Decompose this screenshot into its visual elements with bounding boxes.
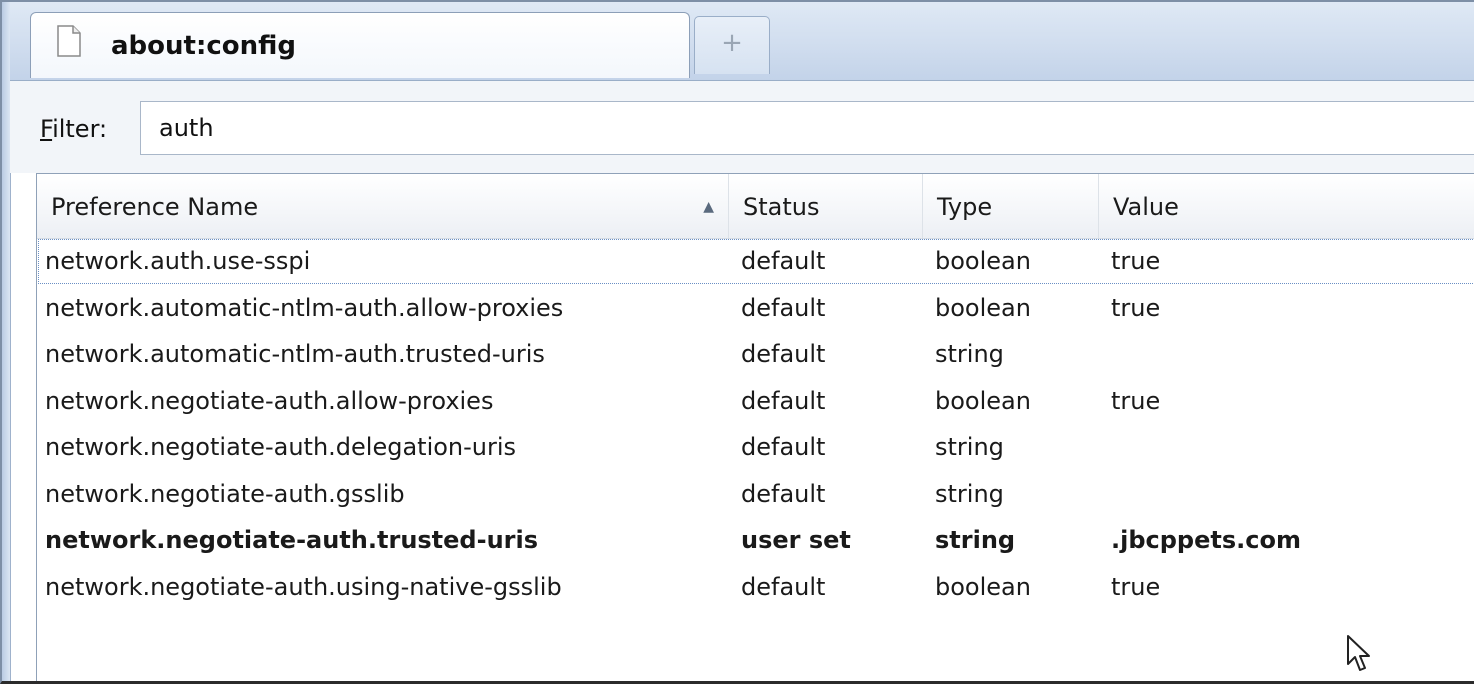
preference-value: .jbcppets.com (1111, 526, 1301, 554)
table-row[interactable]: network.automatic-ntlm-auth.allow-proxie… (37, 285, 1474, 332)
page-icon (57, 25, 81, 57)
browser-window: about:config + Filter: Preference Name ▲… (0, 0, 1474, 684)
preference-type: boolean (935, 572, 1031, 601)
filter-label: Filter: (40, 115, 108, 143)
preference-name: network.negotiate-auth.allow-proxies (45, 386, 494, 415)
preference-type: string (935, 340, 1004, 368)
plus-icon: + (721, 28, 743, 58)
preference-status: default (741, 247, 826, 275)
tree-rows: network.auth.use-sspi default boolean tr… (37, 238, 1474, 610)
preference-status: default (741, 293, 826, 322)
tab-title: about:config (111, 31, 297, 61)
tab-about-config[interactable]: about:config (30, 12, 690, 78)
mouse-pointer-icon (1347, 635, 1370, 671)
preference-value: true (1111, 572, 1161, 601)
filter-bar: Filter: (10, 81, 1474, 173)
table-row[interactable]: network.auth.use-sspi default boolean tr… (37, 238, 1474, 285)
filter-input[interactable] (140, 101, 1474, 155)
column-header-type[interactable]: Type (923, 174, 1099, 238)
preferences-tree[interactable]: Preference Name ▲ Status Type Value netw… (36, 173, 1474, 681)
preference-type: boolean (935, 293, 1031, 322)
preference-status: default (741, 340, 826, 368)
preference-type: string (935, 433, 1004, 461)
table-row[interactable]: network.negotiate-auth.delegation-uris d… (37, 424, 1474, 471)
preference-type: boolean (935, 247, 1031, 275)
preference-status: default (741, 479, 826, 508)
table-row[interactable]: network.negotiate-auth.using-native-gssl… (37, 564, 1474, 611)
preference-status: default (741, 572, 826, 601)
sort-ascending-icon: ▲ (703, 199, 714, 215)
preference-status: user set (741, 526, 851, 554)
column-header-preference-name[interactable]: Preference Name ▲ (37, 174, 729, 238)
preference-name: network.negotiate-auth.gsslib (45, 479, 405, 508)
preference-value: true (1111, 386, 1161, 415)
preference-name: network.automatic-ntlm-auth.allow-proxie… (45, 293, 564, 322)
preference-type: string (935, 479, 1004, 508)
preference-name: network.auth.use-sspi (45, 247, 311, 275)
table-row[interactable]: network.automatic-ntlm-auth.trusted-uris… (37, 331, 1474, 378)
preference-value: true (1111, 247, 1161, 275)
column-header-value[interactable]: Value (1099, 174, 1474, 238)
table-row[interactable]: network.negotiate-auth.trusted-uris user… (37, 517, 1474, 564)
preference-status: default (741, 386, 826, 415)
column-header-status[interactable]: Status (729, 174, 923, 238)
tree-header: Preference Name ▲ Status Type Value (37, 174, 1474, 239)
table-row[interactable]: network.negotiate-auth.gsslib default st… (37, 471, 1474, 518)
new-tab-button[interactable]: + (694, 16, 770, 74)
preference-name: network.negotiate-auth.delegation-uris (45, 433, 517, 461)
preference-type: boolean (935, 386, 1031, 415)
preference-name: network.negotiate-auth.using-native-gssl… (45, 572, 562, 601)
preference-value: true (1111, 293, 1161, 322)
preference-name: network.automatic-ntlm-auth.trusted-uris (45, 340, 545, 368)
tab-strip: about:config + (10, 2, 1474, 81)
table-row[interactable]: network.negotiate-auth.allow-proxies def… (37, 378, 1474, 425)
preference-status: default (741, 433, 826, 461)
preference-name: network.negotiate-auth.trusted-uris (45, 526, 539, 554)
preference-type: string (935, 526, 1016, 554)
